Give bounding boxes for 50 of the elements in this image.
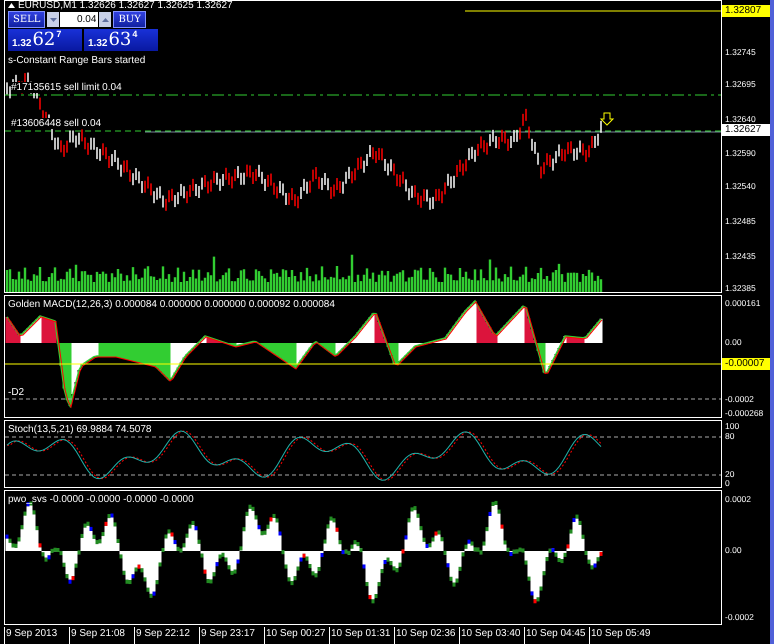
time-label: 9 Sep 22:12 xyxy=(134,627,199,644)
time-label: 9 Sep 2013 xyxy=(4,627,69,644)
axis-label: 1.32695 xyxy=(724,79,756,89)
axis-label: 1.32745 xyxy=(724,47,756,57)
axis-label: 0.00 xyxy=(724,545,742,555)
axis-label: 1.32385 xyxy=(724,283,756,293)
indicator-title: Golden MACD(12,26,3) 0.000084 0.000000 0.000000 0.000092 0.000084 xyxy=(8,299,335,310)
time-label: 9 Sep 21:08 xyxy=(69,627,134,644)
order-label: #13606448 sell 0.04 xyxy=(11,118,102,129)
axis-label: -0.000268 xyxy=(724,408,764,418)
axis-label: 0.0002 xyxy=(724,494,751,504)
axis-label: -0.0002 xyxy=(724,394,754,404)
decrease-button[interactable] xyxy=(47,12,60,27)
arrow-icon xyxy=(600,112,614,126)
axis-label: 1.32435 xyxy=(724,251,756,261)
axis-label: 0.00 xyxy=(724,337,742,347)
order-label: #17135615 sell limit 0.04 xyxy=(11,82,122,93)
indicator-title: Stoch(13,5,21) 69.9884 74.5078 xyxy=(8,424,152,435)
axis-label: 80 xyxy=(724,431,734,441)
time-label: 10 Sep 00:27 xyxy=(264,627,329,644)
axis-label: 0 xyxy=(724,478,730,488)
axis-label: 20 xyxy=(724,469,734,479)
sell-button[interactable]: SELL xyxy=(8,11,46,28)
axis-label: 1.32590 xyxy=(724,148,756,158)
increase-button[interactable] xyxy=(99,12,112,27)
time-label: 10 Sep 04:45 xyxy=(524,627,589,644)
time-label: 10 Sep 03:40 xyxy=(459,627,524,644)
buy-button[interactable]: BUY xyxy=(113,11,146,28)
axis-label: 1.32485 xyxy=(724,216,756,226)
triangle-icon xyxy=(8,3,15,8)
up-arrow-icon xyxy=(102,18,109,22)
axis-label: -0.0002 xyxy=(724,612,754,622)
status-message: s-Constant Range Bars started xyxy=(8,55,146,66)
price-marker: 1.32807 xyxy=(722,5,770,17)
down-arrow-icon xyxy=(50,18,57,22)
axis-label: 1.32540 xyxy=(724,181,756,191)
axis-label: 0.000161 xyxy=(724,298,760,308)
time-label: 10 Sep 01:31 xyxy=(329,627,394,644)
time-label: 10 Sep 05:49 xyxy=(589,627,654,644)
time-label: 10 Sep 02:36 xyxy=(394,627,459,644)
symbol-quote: EURUSD,M1 1.32626 1.32627 1.32625 1.32627 xyxy=(18,1,233,10)
lot-field[interactable]: 0.04 xyxy=(60,12,98,27)
scrollbar[interactable] xyxy=(770,0,774,644)
time-label: 9 Sep 23:17 xyxy=(199,627,264,644)
value-marker: -0.00007 xyxy=(722,358,770,370)
level-label: -D2 xyxy=(8,387,24,398)
axis-label: 100 xyxy=(724,421,740,431)
price-marker: 1.32627 xyxy=(722,124,770,136)
indicator-title: pwo_svs -0.0000 -0.0000 -0.0000 -0.0000 xyxy=(8,494,194,505)
axis-label: 1.32640 xyxy=(724,114,756,124)
